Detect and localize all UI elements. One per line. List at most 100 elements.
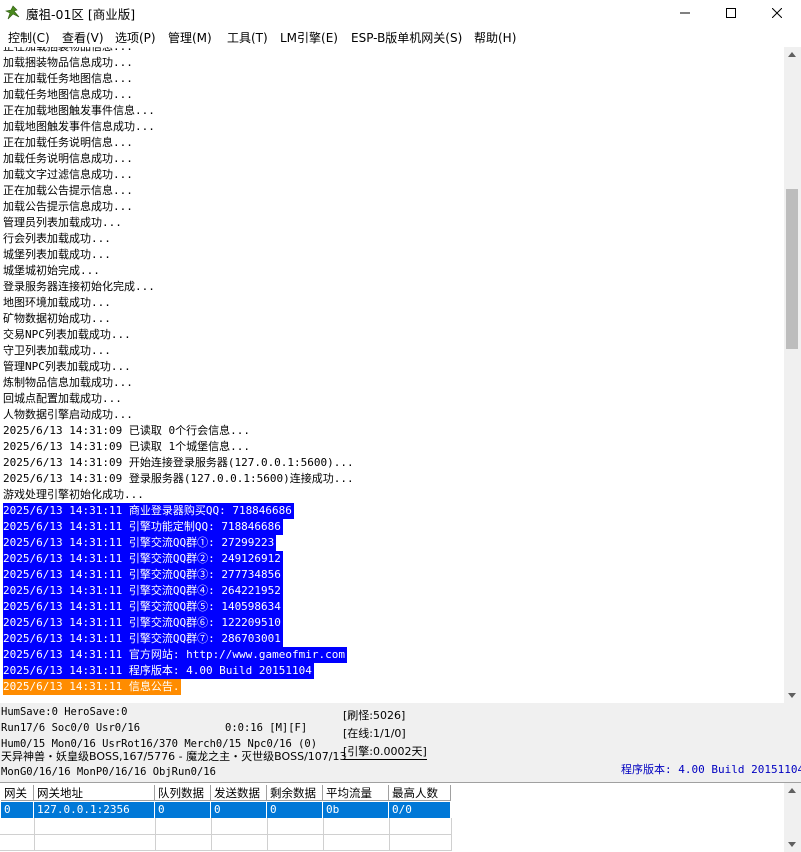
- menu-manage[interactable]: 管理(M): [168, 29, 212, 46]
- log-line-text: 2025/6/13 14:31:09 登录服务器(127.0.0.1:5600)…: [3, 472, 354, 485]
- col-divider: [155, 818, 156, 851]
- table-cell[interactable]: 0: [267, 802, 323, 818]
- col-avg-flow[interactable]: 平均流量: [323, 785, 389, 801]
- log-line-text: 正在加载公告提示信息...: [3, 184, 133, 197]
- col-queue[interactable]: 队列数据: [155, 785, 211, 801]
- log-line: 正在加载地图触发事件信息...: [3, 103, 356, 119]
- maximize-button[interactable]: [708, 0, 754, 26]
- log-line: 游戏处理引擎初始化成功...: [3, 487, 356, 503]
- log-line-text: 加载任务说明信息成功...: [3, 152, 133, 165]
- log-line: 登录服务器连接初始化完成...: [3, 279, 356, 295]
- log-line: 2025/6/13 14:31:09 开始连接登录服务器(127.0.0.1:5…: [3, 455, 356, 471]
- app-icon: [5, 5, 20, 20]
- table-cell[interactable]: 0: [155, 802, 211, 818]
- log-line-text: 正在加载任务说明信息...: [3, 136, 133, 149]
- log-line: 炼制物品信息加载成功...: [3, 375, 356, 391]
- log-line-text: 管理NPC列表加载成功...: [3, 360, 131, 373]
- log-line: 2025/6/13 14:31:11 程序版本: 4.00 Build 2015…: [3, 663, 356, 679]
- status-engine: [引擎:0.0002天]: [343, 745, 427, 760]
- status-run: Run17/6 Soc0/0 Usr0/16: [1, 722, 141, 734]
- log-line-text: 守卫列表加载成功...: [3, 344, 111, 357]
- scroll-up-icon[interactable]: [788, 52, 796, 57]
- status-online: [在线:1/1/0]: [343, 727, 406, 740]
- col-divider: [451, 818, 452, 851]
- menu-bar: 控制(C) 查看(V) 选项(P) 管理(M) 工具(T) LM引擎(E) ES…: [0, 26, 801, 48]
- log-line: 管理员列表加载成功...: [3, 215, 356, 231]
- row-divider: [0, 834, 451, 835]
- log-line-text: 加载地图触发事件信息成功...: [3, 120, 155, 133]
- status-uptime: 0:0:16 [M][F]: [225, 722, 308, 734]
- log-line-text: 加载公告提示信息成功...: [3, 200, 133, 213]
- table-cell[interactable]: 0: [211, 802, 267, 818]
- log-line: 2025/6/13 14:31:11 引擎交流QQ群⑥: 122209510: [3, 615, 356, 631]
- col-address[interactable]: 网关地址: [34, 785, 155, 801]
- maximize-icon: [726, 8, 736, 18]
- table-cell[interactable]: 0: [1, 802, 34, 818]
- log-line-text: 回城点配置加载成功...: [3, 392, 122, 405]
- scroll-down-icon[interactable]: [788, 693, 796, 698]
- log-line-text: 矿物数据初始成功...: [3, 312, 111, 325]
- log-line: 加载文字过滤信息成功...: [3, 167, 356, 183]
- close-icon: [772, 8, 782, 18]
- scroll-thumb[interactable]: [786, 189, 798, 349]
- col-divider: [211, 818, 212, 851]
- log-line: 加载地图触发事件信息成功...: [3, 119, 356, 135]
- status-counts: Hum0/15 Mon0/16 UsrRot16/370 Merch0/15 N…: [1, 738, 318, 750]
- log-line-text: 加载文字过滤信息成功...: [3, 168, 133, 181]
- status-mon: MonG0/16/16 MonP0/16/16 ObjRun0/16: [1, 766, 216, 778]
- menu-esp-gateway[interactable]: ESP-B版单机网关(S): [351, 29, 462, 46]
- scroll-up-icon[interactable]: [788, 788, 796, 793]
- menu-tools[interactable]: 工具(T): [227, 29, 268, 46]
- col-gateway[interactable]: 网关: [1, 785, 34, 801]
- log-line-text: 行会列表加载成功...: [3, 232, 111, 245]
- log-line: 正在加载公告提示信息...: [3, 183, 356, 199]
- gateway-table[interactable]: 网关 网关地址 队列数据 发送数据 剩余数据 平均流量 最高人数 0 127.0…: [0, 782, 801, 852]
- log-line: 2025/6/13 14:31:11 引擎交流QQ群①: 27299223: [3, 535, 356, 551]
- log-line-text: 2025/6/13 14:31:11 引擎交流QQ群⑤: 140598634: [3, 599, 283, 615]
- log-lines: 正在加载捆装物品信息...加载捆装物品信息成功... 正在加载任务地图信息... 加…: [3, 47, 356, 695]
- log-line: 2025/6/13 14:31:11 引擎交流QQ群⑦: 286703001: [3, 631, 356, 647]
- log-line-text: 2025/6/13 14:31:09 已读取 0个行会信息...: [3, 424, 250, 437]
- log-line-text: 城堡列表加载成功...: [3, 248, 111, 261]
- log-line-text: 地图环境加载成功...: [3, 296, 111, 309]
- log-line: 加载捆装物品信息成功...: [3, 55, 356, 71]
- status-version: 程序版本: 4.00 Build 20151104: [621, 763, 801, 776]
- log-line: 行会列表加载成功...: [3, 231, 356, 247]
- log-line: 矿物数据初始成功...: [3, 311, 356, 327]
- menu-help[interactable]: 帮助(H): [474, 29, 516, 46]
- log-line: 2025/6/13 14:31:11 引擎交流QQ群④: 264221952: [3, 583, 356, 599]
- minimize-button[interactable]: [662, 0, 708, 26]
- table-cell[interactable]: 0/0: [389, 802, 451, 818]
- log-line-text: 2025/6/13 14:31:11 引擎交流QQ群③: 277734856: [3, 567, 283, 583]
- log-scrollbar[interactable]: [784, 47, 801, 703]
- table-cell[interactable]: 127.0.0.1:2356: [34, 802, 155, 818]
- log-line-text: 加载捆装物品信息成功...: [3, 56, 133, 69]
- menu-options[interactable]: 选项(P): [115, 29, 156, 46]
- log-line-text: 登录服务器连接初始化完成...: [3, 280, 155, 293]
- title-bar[interactable]: 魔祖-01区 [商业版]: [0, 0, 801, 26]
- log-line: 2025/6/13 14:31:11 官方网站: http://www.game…: [3, 647, 356, 663]
- log-line: 2025/6/13 14:31:11 引擎交流QQ群③: 277734856: [3, 567, 356, 583]
- table-scrollbar[interactable]: [784, 783, 801, 852]
- log-line: 2025/6/13 14:31:11 引擎交流QQ群②: 249126912: [3, 551, 356, 567]
- menu-lm-engine[interactable]: LM引擎(E): [280, 29, 338, 46]
- log-line-text: 2025/6/13 14:31:11 引擎交流QQ群④: 264221952: [3, 583, 283, 599]
- log-line: 正在加载捆装物品信息...: [3, 47, 356, 55]
- log-line: 2025/6/13 14:31:11 引擎交流QQ群⑤: 140598634: [3, 599, 356, 615]
- menu-view[interactable]: 查看(V): [62, 29, 104, 46]
- col-sent[interactable]: 发送数据: [211, 785, 267, 801]
- log-line: 人物数据引擎启动成功...: [3, 407, 356, 423]
- log-line-text: 加载任务地图信息成功...: [3, 88, 133, 101]
- col-remaining[interactable]: 剩余数据: [267, 785, 323, 801]
- scroll-down-icon[interactable]: [788, 842, 796, 847]
- log-line: 2025/6/13 14:31:09 登录服务器(127.0.0.1:5600)…: [3, 471, 356, 487]
- log-line: 地图环境加载成功...: [3, 295, 356, 311]
- col-max-users[interactable]: 最高人数: [389, 785, 451, 801]
- log-line: 加载任务说明信息成功...: [3, 151, 356, 167]
- log-line-text: 2025/6/13 14:31:11 引擎交流QQ群⑦: 286703001: [3, 631, 283, 647]
- menu-control[interactable]: 控制(C): [8, 29, 50, 46]
- table-cell[interactable]: 0b: [323, 802, 389, 818]
- close-button[interactable]: [754, 0, 800, 26]
- log-panel[interactable]: 正在加载捆装物品信息...加载捆装物品信息成功... 正在加载任务地图信息... 加…: [0, 47, 784, 703]
- log-line-text: 正在加载捆装物品信息...: [3, 47, 135, 55]
